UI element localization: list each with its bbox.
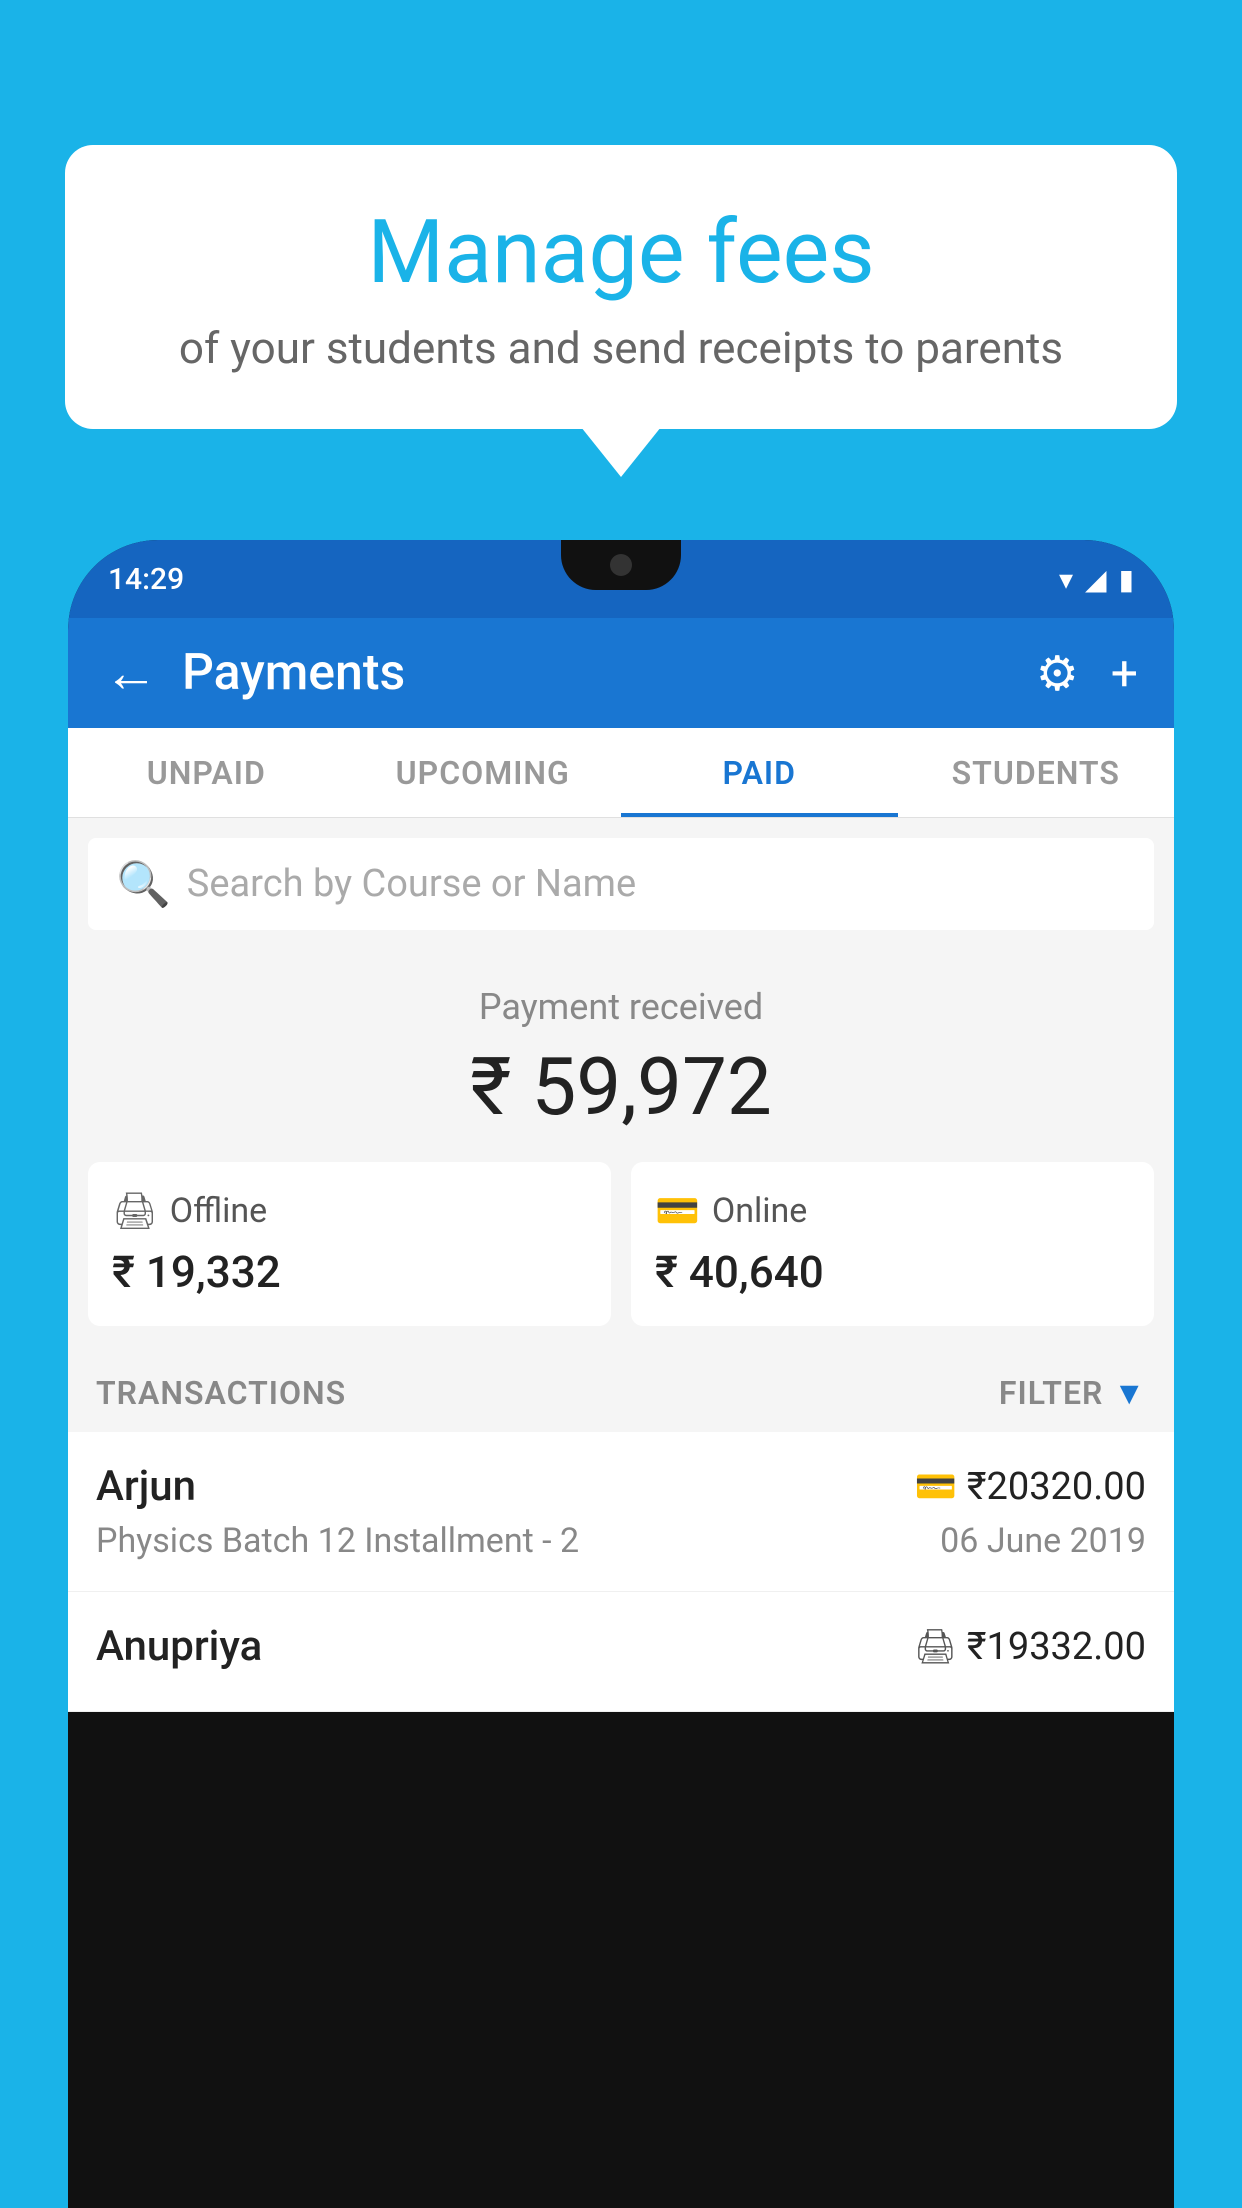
offline-icon: 🖨 [112, 1190, 158, 1232]
content-area: 🔍 Search by Course or Name Payment recei… [68, 818, 1174, 1712]
offline-card-header: 🖨 Offline [112, 1190, 587, 1232]
online-amount: ₹ 40,640 [655, 1246, 1130, 1298]
transaction-bottom-1: Physics Batch 12 Installment - 2 06 June… [96, 1521, 1146, 1561]
payment-received-label: Payment received [104, 986, 1138, 1028]
transaction-course-1: Physics Batch 12 Installment - 2 [96, 1521, 579, 1561]
signal-icon: ◢ [1085, 563, 1107, 596]
cash-payment-icon: 🖨 [914, 1627, 957, 1667]
search-bar[interactable]: 🔍 Search by Course or Name [88, 838, 1154, 930]
transactions-header: TRANSACTIONS FILTER ▼ [68, 1354, 1174, 1432]
add-icon[interactable]: + [1111, 645, 1138, 702]
transaction-amount-2: 🖨 ₹19332.00 [914, 1625, 1146, 1669]
phone-frame: 14:29 ▾ ◢ ▮ ← Payments ⚙ + UNPAID UPCOMI… [68, 540, 1174, 2208]
transaction-date-1: 06 June 2019 [940, 1521, 1146, 1561]
battery-icon: ▮ [1119, 563, 1134, 596]
filter-icon: ▼ [1113, 1374, 1146, 1412]
tab-unpaid[interactable]: UNPAID [68, 728, 345, 817]
tab-bar: UNPAID UPCOMING PAID STUDENTS [68, 728, 1174, 818]
settings-icon[interactable]: ⚙ [1036, 645, 1079, 702]
search-placeholder: Search by Course or Name [187, 862, 636, 906]
filter-button[interactable]: FILTER ▼ [999, 1374, 1146, 1412]
online-card-header: 💳 Online [655, 1190, 1130, 1232]
payment-total-amount: ₹ 59,972 [104, 1040, 1138, 1134]
app-bar-actions: ⚙ + [1036, 645, 1138, 702]
online-icon: 💳 [655, 1190, 700, 1232]
transaction-top-2: Anupriya 🖨 ₹19332.00 [96, 1622, 1146, 1671]
transaction-name-1: Arjun [96, 1462, 196, 1511]
notch [561, 540, 681, 590]
back-button[interactable]: ← [104, 642, 158, 705]
transaction-name-2: Anupriya [96, 1622, 262, 1671]
speech-bubble: Manage fees of your students and send re… [65, 145, 1177, 429]
transactions-label: TRANSACTIONS [96, 1374, 346, 1412]
page-title: Payments [182, 644, 1036, 702]
status-bar: 14:29 ▾ ◢ ▮ [68, 540, 1174, 618]
app-bar: ← Payments ⚙ + [68, 618, 1174, 728]
table-row[interactable]: Anupriya 🖨 ₹19332.00 [68, 1592, 1174, 1712]
camera [610, 554, 632, 576]
payment-cards-row: 🖨 Offline ₹ 19,332 💳 Online ₹ 40,640 [68, 1162, 1174, 1354]
tab-paid[interactable]: PAID [621, 728, 898, 817]
table-row[interactable]: Arjun 💳 ₹20320.00 Physics Batch 12 Insta… [68, 1432, 1174, 1592]
transaction-amount-1: 💳 ₹20320.00 [914, 1465, 1146, 1509]
status-time: 14:29 [108, 562, 184, 597]
transaction-top-1: Arjun 💳 ₹20320.00 [96, 1462, 1146, 1511]
card-payment-icon: 💳 [914, 1467, 956, 1507]
search-icon: 🔍 [116, 858, 171, 910]
wifi-icon: ▾ [1059, 563, 1073, 596]
status-icons: ▾ ◢ ▮ [1059, 563, 1134, 596]
online-card: 💳 Online ₹ 40,640 [631, 1162, 1154, 1326]
bubble-title: Manage fees [115, 205, 1127, 302]
payment-summary: Payment received ₹ 59,972 [68, 950, 1174, 1162]
offline-card: 🖨 Offline ₹ 19,332 [88, 1162, 611, 1326]
offline-amount: ₹ 19,332 [112, 1246, 587, 1298]
tab-students[interactable]: STUDENTS [898, 728, 1175, 817]
bubble-subtitle: of your students and send receipts to pa… [115, 322, 1127, 374]
tab-upcoming[interactable]: UPCOMING [345, 728, 622, 817]
